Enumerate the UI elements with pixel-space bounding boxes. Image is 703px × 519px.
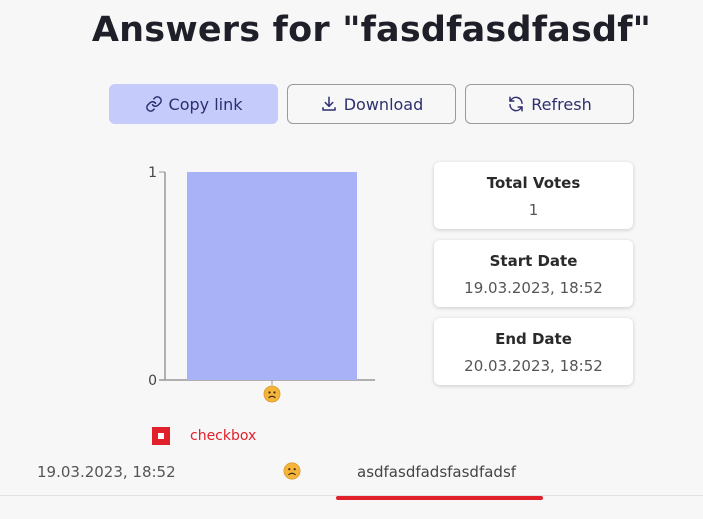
end-date-label: End Date [495, 330, 572, 348]
total-votes-card: Total Votes 1 [434, 162, 633, 229]
x-tick-worried-face-icon [263, 385, 281, 403]
start-date-value: 19.03.2023, 18:52 [464, 279, 603, 297]
table-row: 19.03.2023, 18:52 asdfasdfadsfasdfadsf [0, 455, 703, 496]
y-tick-label: 1 [148, 165, 157, 181]
legend-label: checkbox [190, 428, 257, 444]
answer-date: 19.03.2023, 18:52 [37, 463, 176, 481]
refresh-icon [509, 96, 524, 112]
votes-bar-chart: 01 [148, 165, 375, 403]
link-icon [145, 96, 162, 112]
copy-link-button[interactable]: Copy link [109, 84, 278, 124]
refresh-label: Refresh [531, 94, 592, 114]
total-votes-value: 1 [528, 201, 539, 219]
total-votes-label: Total Votes [486, 174, 581, 192]
download-button[interactable]: Download [287, 84, 456, 124]
end-date-card: End Date 20.03.2023, 18:52 [434, 318, 633, 385]
refresh-button[interactable]: Refresh [465, 84, 634, 124]
copy-link-label: Copy link [168, 94, 243, 114]
worried-face-icon [283, 462, 301, 484]
download-icon [321, 96, 336, 111]
legend-checkbox-icon[interactable] [152, 427, 170, 445]
chart-legend[interactable]: checkbox [152, 427, 256, 445]
start-date-label: Start Date [489, 252, 578, 270]
highlight-underline [336, 496, 543, 500]
download-label: Download [343, 94, 424, 114]
end-date-value: 20.03.2023, 18:52 [464, 357, 603, 375]
answer-text: asdfasdfadsfasdfadsf [357, 463, 517, 481]
bar[interactable] [187, 172, 357, 380]
page-title: Answers for "fasdfasdfasdf" [91, 10, 652, 50]
start-date-card: Start Date 19.03.2023, 18:52 [434, 240, 633, 307]
y-tick-label: 0 [148, 373, 157, 389]
